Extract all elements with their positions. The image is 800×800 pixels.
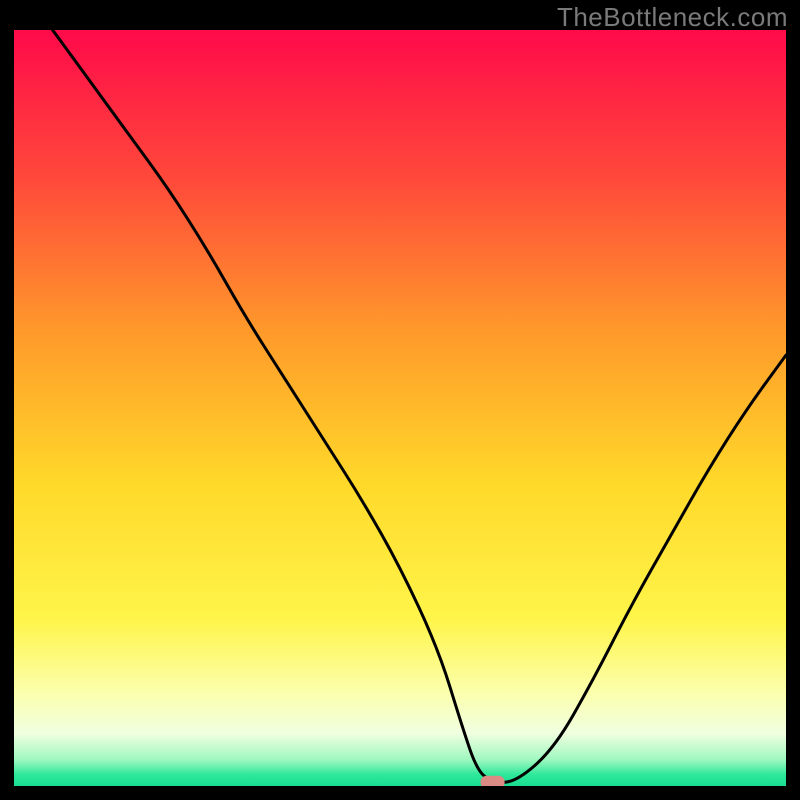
plot-frame xyxy=(14,30,786,786)
gradient-background xyxy=(14,30,786,786)
optimum-marker xyxy=(481,776,505,786)
watermark-text: TheBottleneck.com xyxy=(557,2,788,33)
bottleneck-chart xyxy=(14,30,786,786)
chart-container: TheBottleneck.com xyxy=(0,0,800,800)
